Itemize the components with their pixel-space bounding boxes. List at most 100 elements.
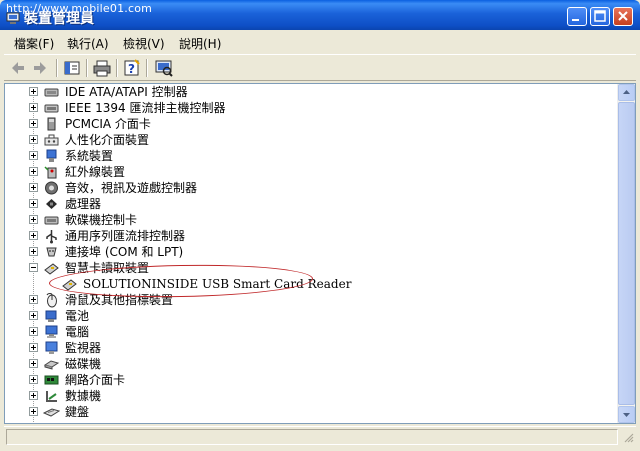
tree-item-modems[interactable]: 數據機 [5, 388, 617, 404]
tree-item-label: 軟碟機控制卡 [65, 213, 138, 227]
tree-item-batteries[interactable]: 電池 [5, 308, 617, 324]
device-tree: IDE ATA/ATAPI 控制器 IEEE 1394 匯流排主機控制器 PCM… [4, 83, 636, 424]
tree-item-computer[interactable]: 電腦 [5, 324, 617, 340]
device-manager-app-icon [6, 12, 20, 24]
keyboard-icon [43, 408, 60, 417]
battery-icon [45, 310, 57, 322]
expand-toggle[interactable] [29, 375, 38, 384]
resize-grip-icon[interactable] [622, 431, 634, 443]
floppy-controller-icon [44, 216, 59, 225]
tree-item-label: 連接埠 (COM 和 LPT) [65, 245, 184, 259]
tree-item-pcmcia[interactable]: PCMCIA 介面卡 [5, 116, 617, 132]
tree-item-label: IEEE 1394 匯流排主機控制器 [65, 101, 226, 115]
usb-controller-icon [46, 230, 57, 244]
expand-toggle[interactable] [29, 391, 38, 400]
help-icon[interactable]: ? [122, 58, 142, 78]
disk-drive-icon [43, 360, 60, 370]
scroll-down-button[interactable] [618, 406, 635, 423]
print-icon[interactable] [92, 58, 112, 78]
menu-bar: 檔案(F) 執行(A) 檢視(V) 說明(H) [4, 31, 636, 53]
monitor-icon [45, 341, 58, 354]
window-title: 裝置管理員 [24, 11, 94, 27]
close-button[interactable] [613, 7, 633, 26]
expand-toggle[interactable] [29, 199, 38, 208]
forward-arrow-icon[interactable] [30, 58, 50, 78]
tree-item-label: 電池 [65, 309, 90, 323]
properties-icon[interactable] [62, 58, 82, 78]
menu-help[interactable]: 說明(H) [179, 35, 221, 52]
back-arrow-icon[interactable] [8, 58, 28, 78]
tree-item-disk-drives[interactable]: 磁碟機 [5, 356, 617, 372]
tree-item-label: 紅外線裝置 [65, 165, 126, 179]
expand-toggle[interactable] [29, 215, 38, 224]
tree-item-ide-controllers[interactable]: IDE ATA/ATAPI 控制器 [5, 84, 617, 100]
scroll-up-button[interactable] [618, 84, 635, 101]
scroll-down-arrow-icon [623, 413, 630, 417]
computer-icon [45, 325, 58, 338]
tree-item-label: PCMCIA 介面卡 [65, 117, 151, 131]
device-manager-window: http://www.mobile01.com 裝置管理員 檔案(F) 執行(A… [0, 0, 640, 451]
expand-toggle[interactable] [29, 407, 38, 416]
tree-item-hid[interactable]: 人性化介面裝置 [5, 132, 617, 148]
expand-toggle[interactable] [29, 231, 38, 240]
scan-hardware-icon[interactable] [154, 58, 174, 78]
expand-toggle[interactable] [29, 343, 38, 352]
expand-toggle[interactable] [29, 311, 38, 320]
ide-controller-icon [44, 88, 59, 97]
expand-toggle[interactable] [29, 119, 38, 128]
tree-item-usb-controllers[interactable]: 通用序列匯流排控制器 [5, 228, 617, 244]
scroll-up-arrow-icon [623, 90, 630, 94]
tree-item-label: 處理器 [65, 197, 102, 211]
tree-item-processors[interactable]: 處理器 [5, 196, 617, 212]
expand-toggle[interactable] [29, 359, 38, 368]
expand-toggle[interactable] [29, 167, 38, 176]
tree-item-ports[interactable]: 連接埠 (COM 和 LPT) [5, 244, 617, 260]
toolbar-separator [56, 59, 58, 77]
menu-action[interactable]: 執行(A) [67, 35, 109, 52]
svg-text:?: ? [128, 62, 135, 76]
expand-toggle[interactable] [29, 151, 38, 160]
scroll-thumb[interactable] [618, 102, 635, 405]
tree-item-sound-video-game[interactable]: 音效，視訊及遊戲控制器 [5, 180, 617, 196]
expand-toggle[interactable] [29, 135, 38, 144]
tree-item-label: 鍵盤 [65, 405, 90, 419]
tree-item-system-devices[interactable]: 系統裝置 [5, 148, 617, 164]
expand-toggle[interactable] [29, 327, 38, 336]
tree-item-label: 監視器 [65, 341, 102, 355]
maximize-button[interactable] [590, 7, 610, 26]
expand-toggle[interactable] [29, 87, 38, 96]
sound-video-game-icon [45, 181, 58, 195]
system-device-icon [46, 149, 57, 162]
expand-toggle[interactable] [29, 247, 38, 256]
expand-toggle[interactable] [29, 183, 38, 192]
vertical-scrollbar[interactable] [617, 84, 635, 423]
tree-item-label: 網路介面卡 [65, 373, 126, 387]
toolbar: ? [4, 54, 636, 81]
title-bar[interactable]: http://www.mobile01.com 裝置管理員 [0, 0, 640, 30]
tree-item-label: 電腦 [65, 325, 90, 339]
tree-item-ieee1394[interactable]: IEEE 1394 匯流排主機控制器 [5, 100, 617, 116]
tree-item-label: IDE ATA/ATAPI 控制器 [65, 85, 188, 99]
expand-toggle[interactable] [29, 295, 38, 304]
tree-item-infrared[interactable]: 紅外線裝置 [5, 164, 617, 180]
menu-view[interactable]: 檢視(V) [123, 35, 165, 52]
expand-toggle[interactable] [29, 103, 38, 112]
tree-item-label: 數據機 [65, 389, 102, 403]
tree-item-floppy-controllers[interactable]: 軟碟機控制卡 [5, 212, 617, 228]
tree-item-label: 通用序列匯流排控制器 [65, 229, 186, 243]
port-icon [46, 247, 57, 257]
collapse-toggle[interactable] [29, 263, 38, 272]
tree-item-network-adapters[interactable]: 網路介面卡 [5, 372, 617, 388]
hid-device-icon [44, 134, 59, 146]
tree-item-label: 人性化介面裝置 [65, 133, 150, 147]
network-adapter-icon [44, 375, 59, 385]
toolbar-separator [86, 59, 88, 77]
minimize-button[interactable] [567, 7, 587, 26]
maximize-icon [594, 10, 606, 22]
tree-item-label: 系統裝置 [65, 149, 114, 163]
menu-file[interactable]: 檔案(F) [14, 35, 54, 52]
tree-item-monitors[interactable]: 監視器 [5, 340, 617, 356]
infrared-device-icon [44, 166, 57, 179]
tree-item-keyboards[interactable]: 鍵盤 [5, 404, 617, 420]
processor-icon [46, 199, 57, 209]
